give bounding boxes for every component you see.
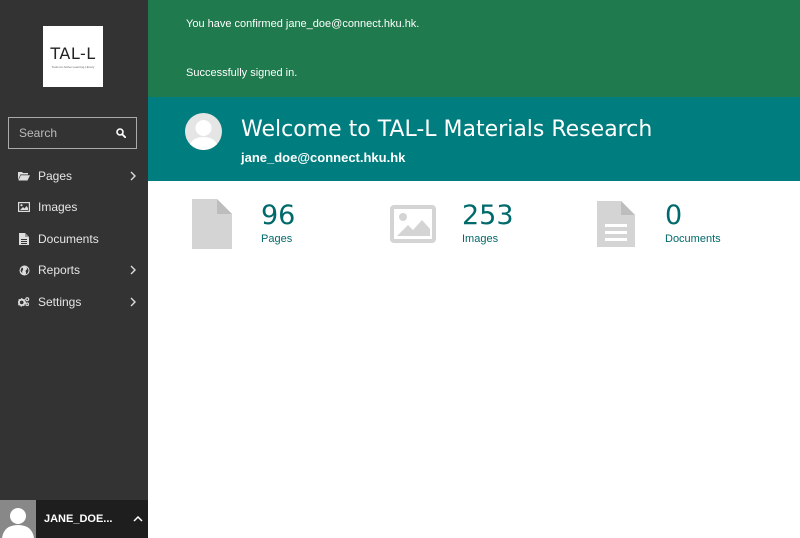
welcome-header: Welcome to TAL-L Materials Research jane… — [148, 97, 800, 181]
chevron-up-icon — [128, 516, 148, 522]
pages-count: 96 — [261, 200, 296, 231]
logo[interactable]: TAL-L Tools for Active Learning Library — [43, 26, 103, 87]
sidebar-item-settings[interactable]: Settings — [0, 286, 148, 318]
sidebar-item-label: Images — [38, 200, 78, 215]
search-button[interactable] — [106, 118, 136, 148]
user-silhouette-icon — [188, 120, 219, 150]
documents-label: Documents — [665, 233, 721, 245]
sidebar-item-label: Settings — [38, 294, 82, 309]
image-icon — [390, 199, 436, 249]
document-icon — [18, 232, 30, 245]
messages-banner: You have confirmed jane_doe@connect.hku.… — [148, 0, 800, 97]
sidebar-item-documents[interactable]: Documents — [0, 223, 148, 255]
search-icon — [116, 128, 126, 138]
summary-images[interactable]: 253 Images — [390, 199, 514, 249]
document-icon — [593, 199, 639, 249]
sidebar-item-label: Documents — [38, 231, 99, 246]
globe-icon — [18, 264, 30, 276]
user-email: jane_doe@connect.hku.hk — [241, 150, 406, 165]
folder-open-icon — [18, 170, 30, 182]
avatar — [0, 500, 36, 538]
sidebar-menu: Pages Images Documents Reports Settings — [0, 160, 148, 318]
account-name: JANE_DOE... — [44, 513, 113, 525]
sidebar-item-reports[interactable]: Reports — [0, 255, 148, 287]
logo-subtext: Tools for Active Learning Library — [51, 64, 95, 69]
sidebar-item-label: Reports — [38, 263, 81, 278]
sidebar-item-pages[interactable]: Pages — [0, 160, 148, 192]
cogs-icon — [18, 296, 30, 308]
account-menu-toggle[interactable]: JANE_DOE... — [0, 500, 148, 538]
page-icon — [189, 199, 235, 249]
user-silhouette-icon — [2, 508, 34, 538]
sidebar: TAL-L Tools for Active Learning Library … — [0, 0, 148, 538]
chevron-right-icon — [128, 265, 138, 275]
search-form — [8, 117, 137, 149]
chevron-right-icon — [128, 171, 138, 181]
summary-pages[interactable]: 96 Pages — [189, 199, 295, 249]
message-signed-in: Successfully signed in. — [186, 67, 298, 79]
avatar — [185, 113, 222, 150]
pages-label: Pages — [261, 233, 293, 245]
images-count: 253 — [462, 200, 514, 231]
documents-count: 0 — [665, 200, 683, 231]
page-title: Welcome to TAL-L Materials Research — [241, 117, 653, 142]
sidebar-item-label: Pages — [38, 168, 73, 183]
search-input[interactable] — [9, 126, 106, 140]
message-confirmed: You have confirmed jane_doe@connect.hku.… — [186, 18, 420, 30]
logo-text: TAL-L — [50, 43, 96, 63]
sidebar-item-images[interactable]: Images — [0, 192, 148, 224]
image-icon — [18, 201, 30, 213]
chevron-right-icon — [128, 297, 138, 307]
summary-documents[interactable]: 0 Documents — [593, 199, 721, 249]
images-label: Images — [462, 233, 499, 245]
